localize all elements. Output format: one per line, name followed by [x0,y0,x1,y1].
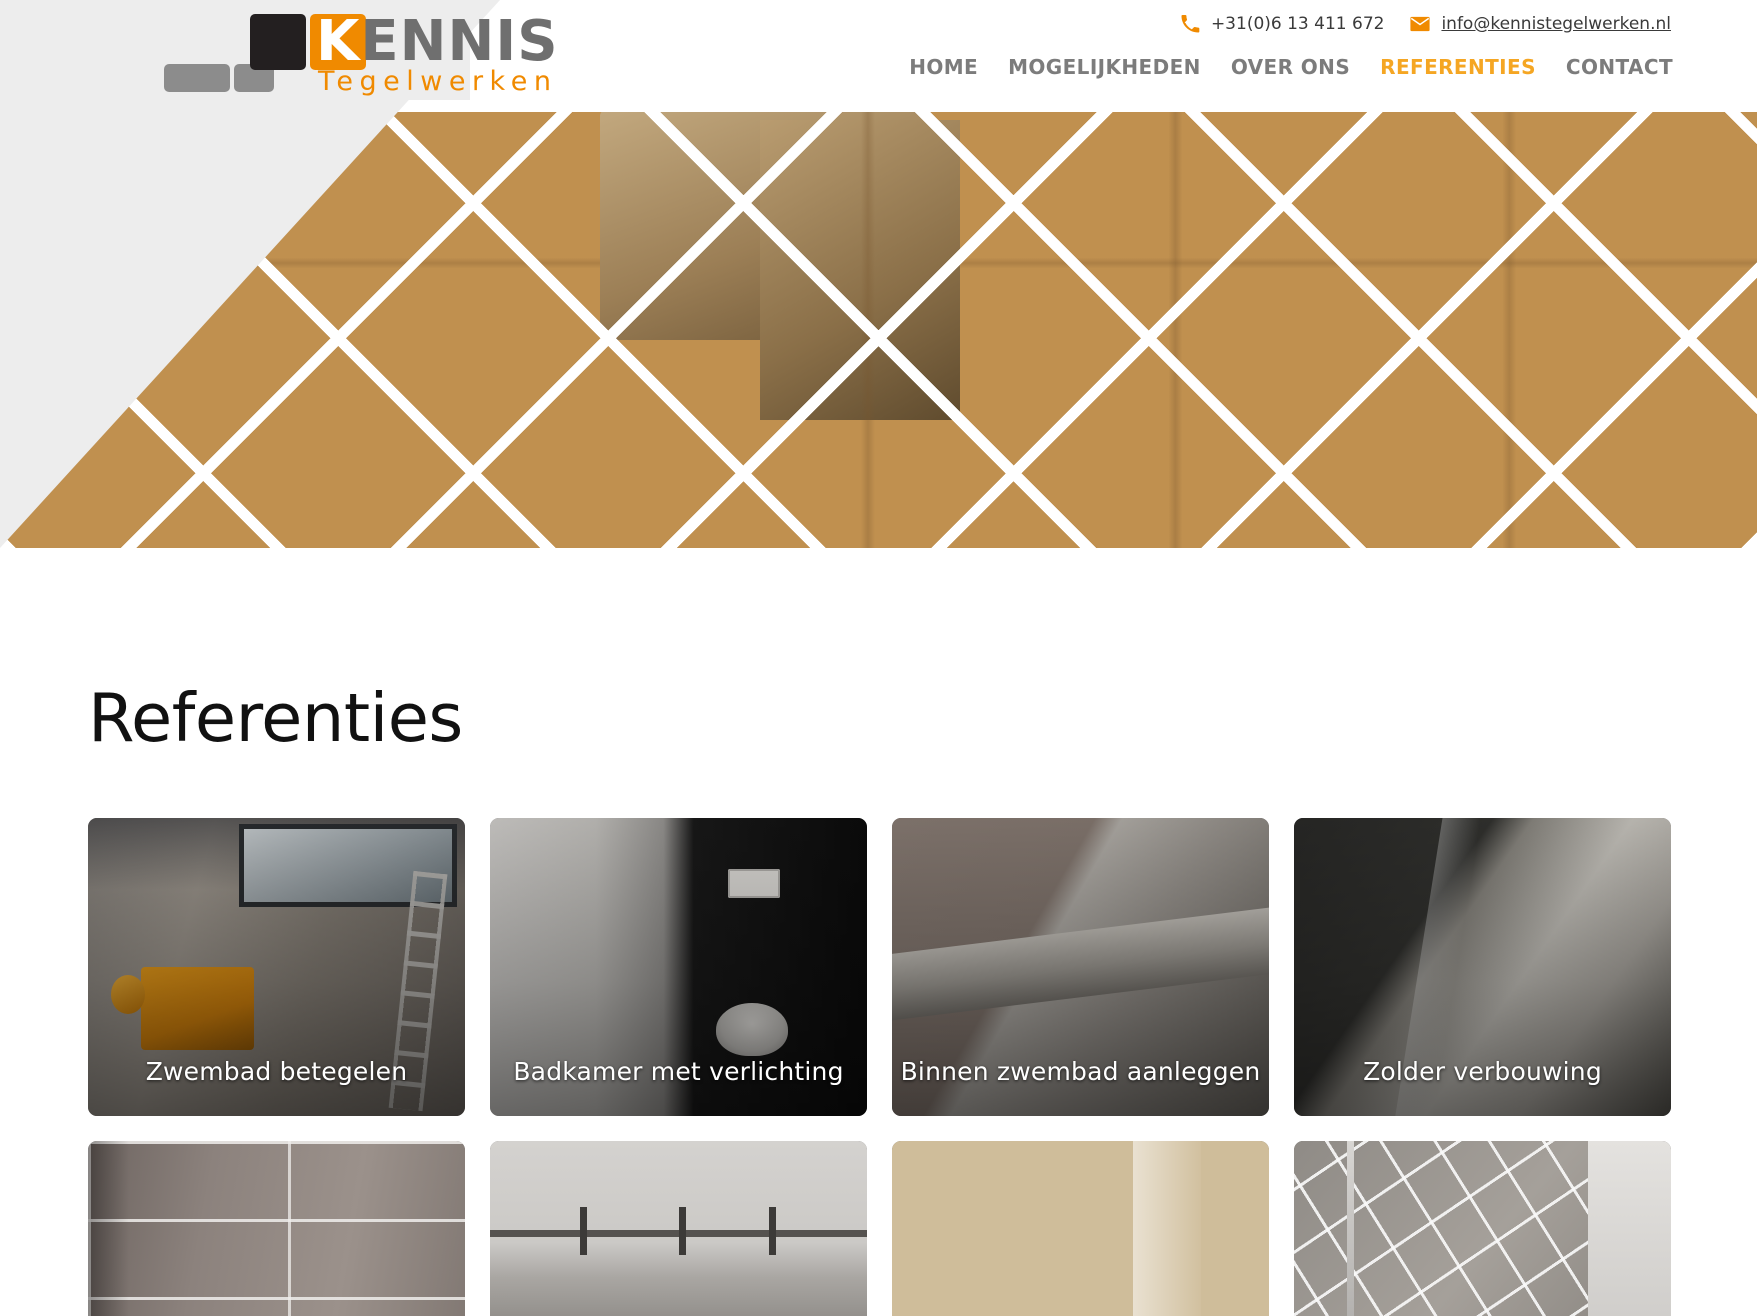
gallery-card[interactable]: Zwembad betegelen [88,818,465,1116]
reference-gallery: Zwembad betegelen Badkamer met verlichti… [88,818,1671,1316]
gallery-card-caption: Zolder verbouwing [1363,1057,1602,1086]
header-phone[interactable]: +31(0)6 13 411 672 [1180,14,1385,34]
site-logo[interactable]: KENNIS Tegelwerken [82,6,558,102]
header-contact-row: +31(0)6 13 411 672 info@kennistegelwerke… [1180,14,1671,34]
main-navigation: HOME MOGELIJKHEDEN OVER ONS REFERENTIES … [909,55,1673,79]
nav-item-home[interactable]: HOME [909,55,978,79]
gallery-card-caption: Binnen zwembad aanleggen [900,1057,1261,1086]
header-email[interactable]: info@kennistegelwerken.nl [1410,14,1671,34]
gallery-image [88,1141,465,1316]
page-root: KENNIS Tegelwerken +31(0)6 13 411 672 in… [0,0,1757,1316]
nav-item-referenties[interactable]: REFERENTIES [1380,55,1536,79]
nav-item-over-ons[interactable]: OVER ONS [1231,55,1350,79]
logo-wordmark-rest: ENNIS [360,9,559,74]
email-link[interactable]: info@kennistegelwerken.nl [1441,14,1671,34]
gallery-card[interactable]: Zolder verbouwing [1294,818,1671,1116]
logo-block-grey-1 [164,64,230,92]
envelope-icon [1410,14,1431,34]
logo-wordmark: KENNIS [316,11,559,73]
gallery-card[interactable] [88,1141,465,1316]
gallery-image [490,1141,867,1316]
gallery-image [1294,1141,1671,1316]
nav-item-contact[interactable]: CONTACT [1566,55,1673,79]
gallery-card[interactable] [892,1141,1269,1316]
phone-number: +31(0)6 13 411 672 [1210,14,1385,34]
gallery-card-caption: Badkamer met verlichting [513,1057,844,1086]
logo-letter-k: K [316,9,361,74]
gallery-card[interactable] [490,1141,867,1316]
gallery-card[interactable]: Binnen zwembad aanleggen [892,818,1269,1116]
logo-block-dark [250,14,306,70]
nav-item-mogelijkheden[interactable]: MOGELIJKHEDEN [1008,55,1201,79]
gallery-card-caption: Zwembad betegelen [145,1057,408,1086]
gallery-card[interactable]: Badkamer met verlichting [490,818,867,1116]
phone-icon [1180,14,1200,34]
site-header: KENNIS Tegelwerken +31(0)6 13 411 672 in… [0,0,1757,112]
main-content: Referenties Zwembad betegelen Badkamer m… [0,548,1757,1316]
logo-tagline: Tegelwerken [318,66,558,97]
gallery-image [892,1141,1269,1316]
page-title: Referenties [88,679,463,757]
gallery-card[interactable] [1294,1141,1671,1316]
